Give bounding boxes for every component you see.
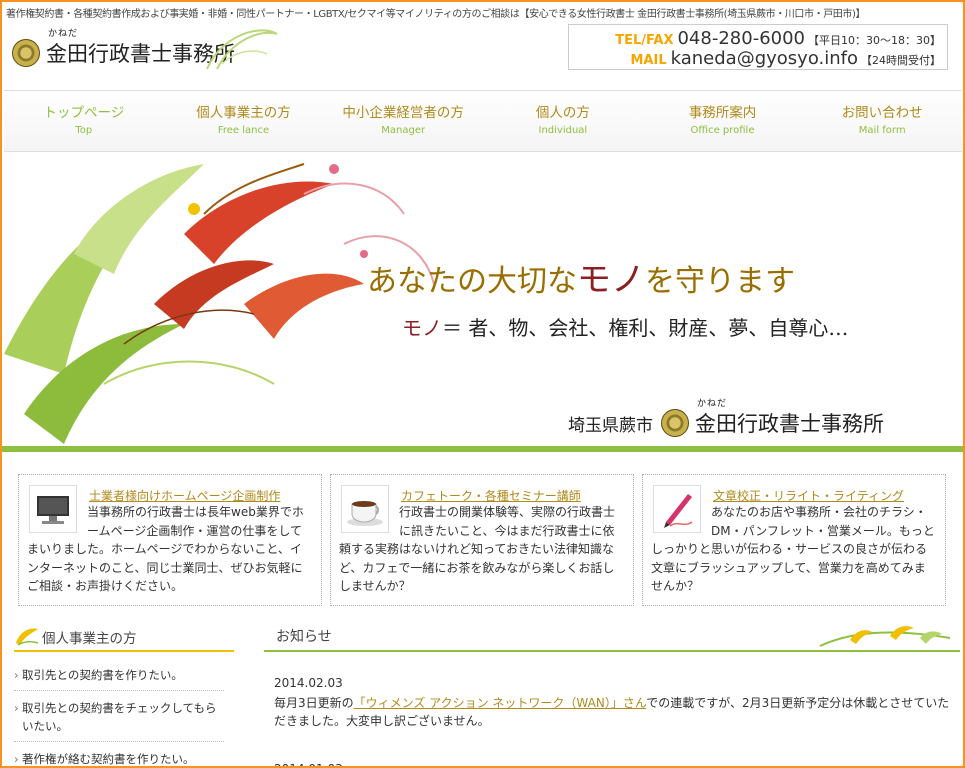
sidebar-heading: 個人事業主の方 [14,625,234,651]
logo-ruby: かねだ [48,29,79,39]
hero-title: あなたの大切なモノを守ります [367,260,795,300]
leaf-ornament-icon [16,628,39,646]
news-list: 2014.02.03 毎月3日更新の「ウィメンズ アクション ネットワーク（WA… [274,674,954,766]
computer-icon [29,485,77,533]
mail-note: 【24時間受付】 [861,54,941,67]
seal-icon [12,39,40,67]
sidebar-item[interactable]: 取引先との契約書をチェックしてもらいたい。 [14,699,224,742]
news-date: 2014.01.03 [274,760,954,766]
tel-label: TEL/FAX [615,33,674,48]
news-heading: お知らせ [264,622,960,650]
feature-title-seminar[interactable]: カフェトーク・各種セミナー講師 [401,487,581,504]
news-link-wan[interactable]: 「ウィメンズ アクション ネットワーク（WAN）」さん [354,696,647,710]
sidebar-item[interactable]: 著作権が絡む契約書を作りたい。 [14,750,224,766]
page-frame: 著作権契約書・各種契約書作成および事実婚・非婚・同性パートナー・LGBTX/セク… [0,0,965,768]
feature-box-web: 当事務所の行政書士は長年web業界でホームページ企画制作・運営の仕事をしてまいり… [18,474,322,606]
top-tagline: 著作権契約書・各種契約書作成および事実婚・非婚・同性パートナー・LGBTX/セク… [6,9,866,20]
floral-ornament-icon [4,163,435,444]
vine-ornament-icon [819,626,951,647]
hero-subtitle: モノ＝ 者、物、会社、権利、財産、夢、自尊心… [402,316,849,340]
main-nav: トップページ Top 個人事業主の方 Free lance 中小企業経営者の方 Man… [4,90,962,152]
feature-box-seminar: 行政書士の開業体験等、実際の行政書士に訊きたいこと、今はまだ行政書士に依頼する実… [330,474,634,606]
sidebar-list: 取引先との契約書を作りたい。 取引先との契約書をチェックしてもらいたい。 著作権… [14,666,224,766]
mail-address[interactable]: kaneda@gyosyo.info [671,48,858,69]
tel-number[interactable]: 048-280-6000 [677,28,805,49]
swirl-ornament-icon [206,29,278,70]
news-text: 毎月3日更新の「ウィメンズ アクション ネットワーク（WAN）」さんでの連載です… [274,696,950,728]
hero-banner [4,154,962,448]
news-heading-underline [264,650,960,652]
nav-office-profile[interactable]: 事務所案内 Office profile [643,91,803,151]
nav-freelance[interactable]: 個人事業主の方 Free lance [164,91,324,151]
sidebar-item[interactable]: 取引先との契約書を作りたい。 [14,666,224,691]
hero-signature: 埼玉県蕨市 かねだ 金田行政書士事務所 [568,399,884,437]
feature-title-writing[interactable]: 文章校正・リライト・ライティング [713,487,904,504]
contact-box: TEL/FAX 048-280-6000 【平日10：30〜18：30】 MAI… [568,24,948,70]
seal-icon [661,409,689,437]
news-date: 2014.02.03 [274,676,343,690]
feature-title-web[interactable]: 士業者様向けホームページ企画制作 [89,487,280,504]
feature-box-writing: あなたのお店や事務所・会社のチラシ・DM・パンフレット・営業メール。もっとしっか… [642,474,946,606]
nav-mail-form[interactable]: お問い合わせ Mail form [802,91,962,151]
nav-top[interactable]: トップページ Top [4,91,164,151]
pen-icon [653,485,701,533]
coffee-cup-icon [341,485,389,533]
nav-individual[interactable]: 個人の方 Individual [483,91,643,151]
sidebar-heading-underline [14,650,234,652]
nav-manager[interactable]: 中小企業経営者の方 Manager [323,91,483,151]
hero-divider [2,446,963,452]
mail-label: MAIL [630,53,667,68]
tel-hours: 【平日10：30〜18：30】 [808,34,941,47]
